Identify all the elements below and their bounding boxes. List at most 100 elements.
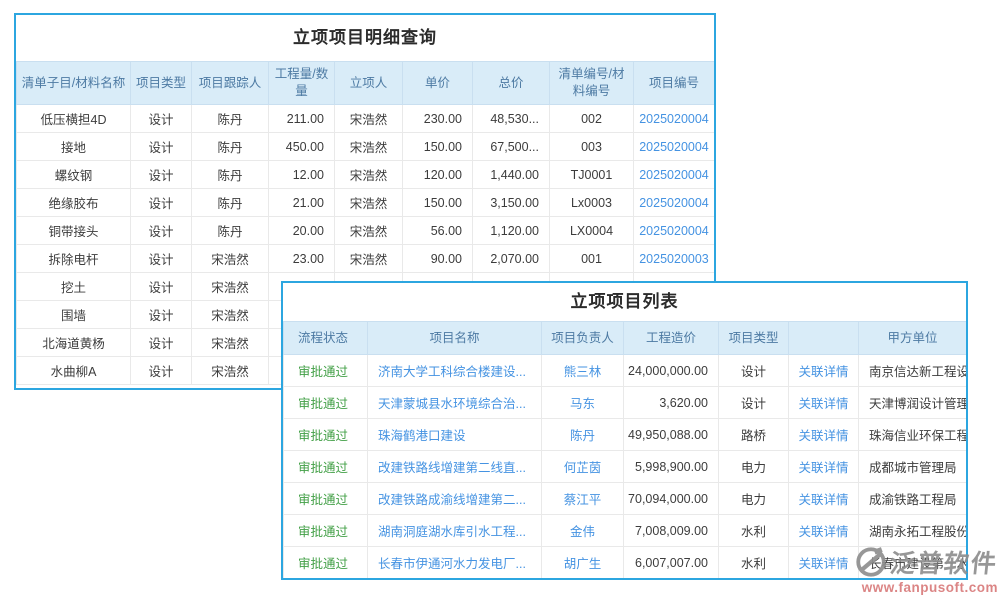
cell-project-type: 设计 <box>131 301 192 329</box>
cell-project-no-link[interactable]: 2025020004 <box>634 161 715 189</box>
cell-project-type: 设计 <box>131 133 192 161</box>
cell-manager-link[interactable]: 陈丹 <box>542 419 624 451</box>
table-row: 审批通过湖南洞庭湖水库引水工程...金伟7,008,009.00水利关联详情湖南… <box>284 515 967 547</box>
cell-related-detail-link[interactable]: 关联详情 <box>789 547 859 579</box>
cell-project-no-link[interactable]: 2025020004 <box>634 217 715 245</box>
cell-manager-link[interactable]: 金伟 <box>542 515 624 547</box>
cell-unit-price: 150.00 <box>403 133 473 161</box>
cell-related-detail-link[interactable]: 关联详情 <box>789 515 859 547</box>
cell-quantity: 12.00 <box>269 161 335 189</box>
watermark-url: www.fanpusoft.com <box>854 580 998 595</box>
cell-total-price: 1,440.00 <box>473 161 550 189</box>
cell-project-type: 设计 <box>719 387 789 419</box>
cell-material-name: 拆除电杆 <box>17 245 131 273</box>
cell-related-detail-link[interactable]: 关联详情 <box>789 483 859 515</box>
cell-project-name-link[interactable]: 改建铁路线增建第二线直... <box>368 451 542 483</box>
cell-manager-link[interactable]: 蔡江平 <box>542 483 624 515</box>
cell-project-type: 路桥 <box>719 419 789 451</box>
cell-flow-status-link[interactable]: 审批通过 <box>284 451 368 483</box>
cell-material-name: 螺纹钢 <box>17 161 131 189</box>
detail-panel-title: 立项项目明细查询 <box>16 15 714 61</box>
cell-project-type: 设计 <box>131 105 192 133</box>
cell-flow-status-link[interactable]: 审批通过 <box>284 355 368 387</box>
table-row: 绝缘胶布设计陈丹21.00宋浩然150.003,150.00Lx00032025… <box>17 189 715 217</box>
cell-material-name: 水曲柳A <box>17 357 131 385</box>
table-row: 审批通过长春市伊通河水力发电厂...胡广生6,007,007.00水利关联详情长… <box>284 547 967 579</box>
cell-project-no-link[interactable]: 2025020004 <box>634 133 715 161</box>
cell-related-detail-link[interactable]: 关联详情 <box>789 419 859 451</box>
column-header: 清单子目/材料名称 <box>17 62 131 105</box>
cell-project-no-link[interactable]: 2025020004 <box>634 189 715 217</box>
cell-related-detail-link[interactable]: 关联详情 <box>789 355 859 387</box>
detail-header-row: 清单子目/材料名称项目类型项目跟踪人工程量/数量立项人单价总价清单编号/材料编号… <box>17 62 715 105</box>
cell-related-detail-link[interactable]: 关联详情 <box>789 451 859 483</box>
cell-project-name-link[interactable]: 湖南洞庭湖水库引水工程... <box>368 515 542 547</box>
cell-list-code: 003 <box>550 133 634 161</box>
cell-material-name: 接地 <box>17 133 131 161</box>
cell-manager-link[interactable]: 何芷茵 <box>542 451 624 483</box>
cell-flow-status-link[interactable]: 审批通过 <box>284 483 368 515</box>
cell-flow-status-link[interactable]: 审批通过 <box>284 547 368 579</box>
cell-project-type: 设计 <box>131 273 192 301</box>
cell-total-price: 3,150.00 <box>473 189 550 217</box>
cell-project-no-link[interactable]: 2025020003 <box>634 245 715 273</box>
column-header: 甲方单位 <box>859 322 967 355</box>
cell-quantity: 20.00 <box>269 217 335 245</box>
cell-total-price: 67,500... <box>473 133 550 161</box>
cell-list-code: LX0004 <box>550 217 634 245</box>
cell-flow-status-link[interactable]: 审批通过 <box>284 515 368 547</box>
cell-initiator: 宋浩然 <box>335 133 403 161</box>
table-row: 审批通过济南大学工科综合楼建设...熊三林24,000,000.00设计关联详情… <box>284 355 967 387</box>
column-header: 单价 <box>403 62 473 105</box>
cell-material-name: 挖土 <box>17 273 131 301</box>
cell-project-type: 设计 <box>131 217 192 245</box>
cell-flow-status-link[interactable]: 审批通过 <box>284 419 368 451</box>
column-header: 项目跟踪人 <box>192 62 269 105</box>
table-row: 铜带接头设计陈丹20.00宋浩然56.001,120.00LX000420250… <box>17 217 715 245</box>
cell-project-type: 设计 <box>719 355 789 387</box>
table-row: 审批通过改建铁路线增建第二线直...何芷茵5,998,900.00电力关联详情成… <box>284 451 967 483</box>
cell-manager-link[interactable]: 熊三林 <box>542 355 624 387</box>
cell-material-name: 低压横担4D <box>17 105 131 133</box>
cell-client-unit: 长春市建设第一水利 <box>859 547 967 579</box>
cell-project-type: 设计 <box>131 357 192 385</box>
column-header: 总价 <box>473 62 550 105</box>
cell-manager-link[interactable]: 马东 <box>542 387 624 419</box>
cell-client-unit: 珠海信业环保工程建... <box>859 419 967 451</box>
cell-material-name: 绝缘胶布 <box>17 189 131 217</box>
cell-flow-status-link[interactable]: 审批通过 <box>284 387 368 419</box>
cell-project-name-link[interactable]: 改建铁路成渝线增建第二... <box>368 483 542 515</box>
cell-total-price: 48,530... <box>473 105 550 133</box>
column-header: 立项人 <box>335 62 403 105</box>
cell-project-cost: 24,000,000.00 <box>624 355 719 387</box>
cell-total-price: 2,070.00 <box>473 245 550 273</box>
column-header: 项目编号 <box>634 62 715 105</box>
column-header: 工程造价 <box>624 322 719 355</box>
list-panel-title: 立项项目列表 <box>283 283 966 321</box>
cell-tracker: 陈丹 <box>192 133 269 161</box>
cell-project-name-link[interactable]: 长春市伊通河水力发电厂... <box>368 547 542 579</box>
cell-initiator: 宋浩然 <box>335 189 403 217</box>
cell-related-detail-link[interactable]: 关联详情 <box>789 387 859 419</box>
column-header: 项目负责人 <box>542 322 624 355</box>
column-header: 工程量/数量 <box>269 62 335 105</box>
table-row: 接地设计陈丹450.00宋浩然150.0067,500...0032025020… <box>17 133 715 161</box>
cell-project-name-link[interactable]: 珠海鹤港口建设 <box>368 419 542 451</box>
cell-project-type: 电力 <box>719 483 789 515</box>
cell-total-price: 1,120.00 <box>473 217 550 245</box>
cell-quantity: 450.00 <box>269 133 335 161</box>
cell-client-unit: 南京信达新工程设计院 <box>859 355 967 387</box>
cell-list-code: TJ0001 <box>550 161 634 189</box>
list-header-row: 流程状态项目名称项目负责人工程造价项目类型甲方单位 <box>284 322 967 355</box>
cell-project-cost: 70,094,000.00 <box>624 483 719 515</box>
cell-project-no-link[interactable]: 2025020004 <box>634 105 715 133</box>
cell-tracker: 陈丹 <box>192 189 269 217</box>
cell-manager-link[interactable]: 胡广生 <box>542 547 624 579</box>
cell-unit-price: 150.00 <box>403 189 473 217</box>
cell-project-type: 设计 <box>131 161 192 189</box>
cell-project-name-link[interactable]: 济南大学工科综合楼建设... <box>368 355 542 387</box>
cell-project-cost: 7,008,009.00 <box>624 515 719 547</box>
table-row: 螺纹钢设计陈丹12.00宋浩然120.001,440.00TJ000120250… <box>17 161 715 189</box>
cell-project-name-link[interactable]: 天津蒙城县水环境综合治... <box>368 387 542 419</box>
cell-quantity: 21.00 <box>269 189 335 217</box>
